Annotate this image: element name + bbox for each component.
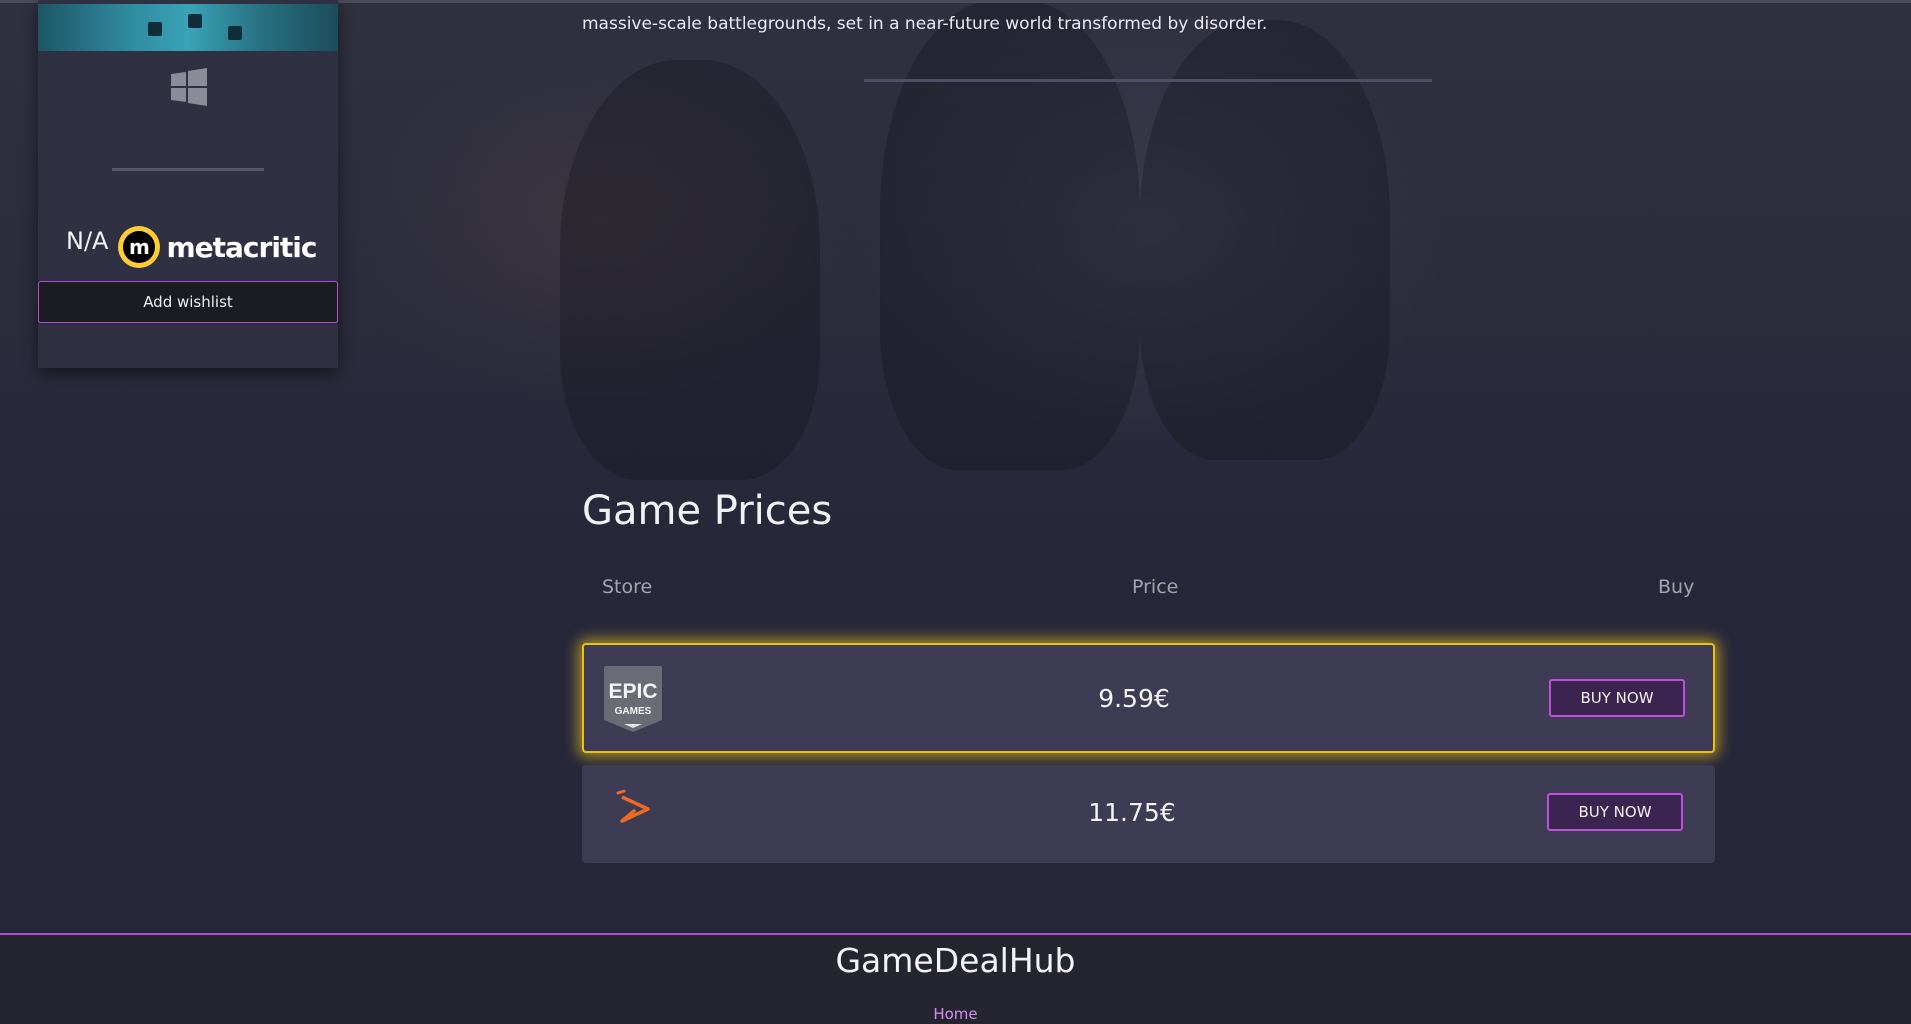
prices-title: Game Prices [582,488,833,534]
metacritic-logo-icon: m [118,226,161,268]
windows-icon [171,68,207,106]
price-row: 11.75€ BUY NOW [582,765,1715,863]
price-row: EPIC GAMES 9.59€ BUY NOW [582,643,1715,753]
svg-text:GAMES: GAMES [615,706,652,717]
column-header-store: Store [602,576,653,598]
metacritic-score: N/A m metacritic [66,224,318,270]
game-description: massive-scale battlegrounds, set in a ne… [582,14,1268,34]
card-divider [112,168,264,171]
hero-figure [560,60,820,480]
footer-home-link[interactable]: Home [0,1005,1911,1023]
game-card: N/A m metacritic Add wishlist [38,0,338,368]
metacritic-logo-letter: m [123,231,156,263]
add-wishlist-button[interactable]: Add wishlist [38,281,338,323]
column-header-price: Price [1132,576,1179,598]
price-value: 9.59€ [1098,684,1170,713]
footer: GameDealHub Home [0,933,1911,1024]
store-arrow-icon [616,789,650,823]
epic-games-icon: EPIC GAMES [604,666,662,732]
game-thumbnail[interactable] [38,4,338,51]
metacritic-score-value: N/A [66,227,109,255]
description-divider [864,79,1432,82]
svg-text:EPIC: EPIC [608,680,657,703]
footer-brand: GameDealHub [835,941,1076,980]
hero-figure [880,0,1140,470]
hero-figure [1140,20,1390,460]
buy-now-button[interactable]: BUY NOW [1547,793,1683,831]
metacritic-brand: metacritic [166,230,317,264]
column-header-buy: Buy [1658,576,1695,598]
price-value: 11.75€ [1088,798,1176,827]
buy-now-button[interactable]: BUY NOW [1549,679,1685,717]
